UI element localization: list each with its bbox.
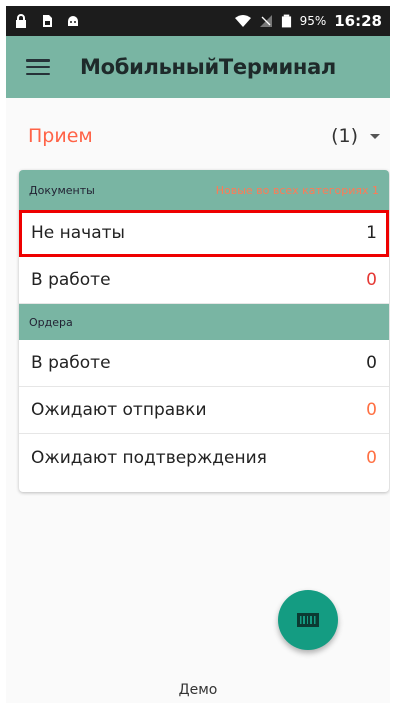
footer-label: Демо	[178, 682, 218, 698]
battery-percent: 95%	[299, 14, 327, 28]
orders-title: Ордера	[29, 315, 73, 329]
app-toolbar: МобильныйТерминал	[6, 36, 390, 98]
section-count: (1)	[331, 125, 358, 147]
section-selector[interactable]: Прием (1)	[6, 118, 390, 154]
row-count: 0	[366, 353, 377, 373]
chevron-down-icon[interactable]	[370, 133, 380, 139]
clock: 16:28	[334, 12, 382, 30]
status-bar: 95% 16:28	[6, 6, 390, 36]
lock-icon	[16, 14, 26, 28]
new-items-note: Новые во всех категориях 1	[215, 183, 379, 197]
row-label: В работе	[31, 270, 111, 290]
orders-row-in-progress[interactable]: В работе 0	[19, 340, 389, 387]
documents-header: Документы Новые во всех категориях 1	[19, 170, 389, 210]
sim-card-icon	[43, 15, 52, 27]
orders-row-awaiting-confirm[interactable]: Ожидают подтверждения 0	[19, 434, 389, 481]
barcode-scanner-icon	[297, 613, 319, 627]
wifi-icon	[234, 15, 251, 27]
orders-header: Ордера	[19, 304, 389, 340]
app-screen: 95% 16:28 МобильныйТерминал Прием (1) До…	[6, 6, 390, 703]
row-label: Ожидают подтверждения	[31, 447, 267, 468]
scan-button[interactable]	[278, 590, 338, 650]
battery-icon	[281, 14, 291, 28]
row-label: Не начаты	[31, 223, 125, 243]
row-count: 0	[366, 447, 377, 468]
row-label: Ожидают отправки	[31, 400, 207, 420]
orders-row-awaiting-send[interactable]: Ожидают отправки 0	[19, 387, 389, 434]
row-label: В работе	[31, 353, 111, 373]
signal-icon	[259, 15, 272, 27]
row-count: 1	[366, 223, 377, 243]
status-card: Документы Новые во всех категориях 1 Не …	[19, 170, 389, 492]
android-icon	[68, 16, 78, 26]
section-name: Прием	[28, 125, 93, 147]
app-title: МобильныйТерминал	[80, 55, 337, 79]
menu-icon[interactable]	[26, 59, 50, 75]
row-count: 0	[366, 400, 377, 420]
documents-row-in-progress[interactable]: В работе 0	[19, 257, 389, 304]
documents-title: Документы	[29, 183, 95, 197]
row-count: 0	[366, 270, 377, 290]
documents-row-not-started[interactable]: Не начаты 1	[19, 210, 389, 257]
